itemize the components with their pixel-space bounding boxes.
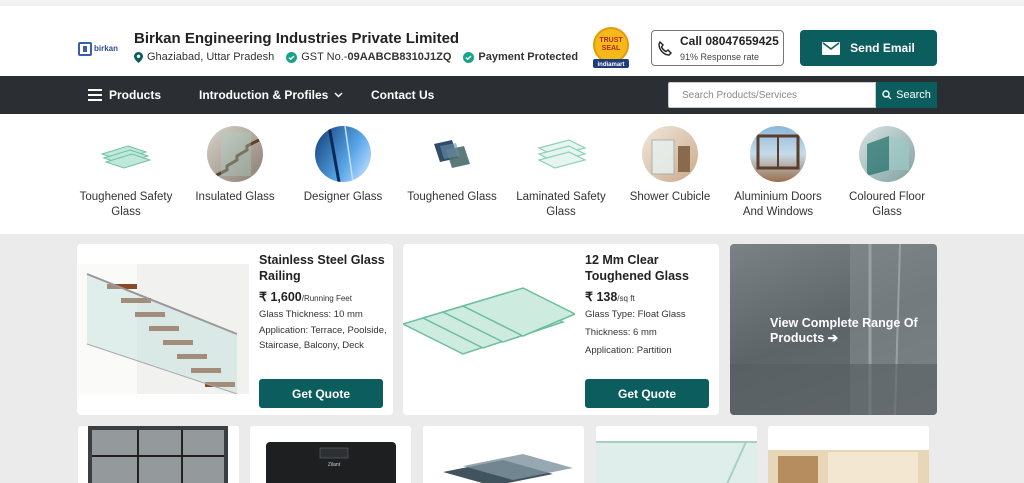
view-all-label: View Complete Range Of Products (770, 316, 918, 345)
category-image (859, 126, 915, 182)
product-spec: Application: Terrace, Poolside, Staircas… (259, 325, 387, 351)
category-laminated-safety-glass[interactable]: Laminated Safety Glass (509, 126, 613, 220)
view-all-products-card[interactable]: View Complete Range Of Products ➔ (730, 244, 937, 415)
gst-label: GST No.- (301, 51, 348, 63)
search-button-label: Search (896, 89, 931, 101)
price-unit: /Running Feet (301, 294, 352, 303)
company-logo[interactable]: birkan (78, 38, 120, 60)
company-name: Birkan Engineering Industries Private Li… (134, 30, 460, 47)
price-value: 138 (596, 290, 618, 304)
product-image (768, 426, 929, 483)
nav-products[interactable]: Products (88, 76, 161, 114)
category-strip: Toughened Safety Glass Insulated Glass D… (0, 114, 1024, 234)
payment-protected-text: Payment Protected (478, 51, 579, 63)
category-insulated-glass[interactable]: Insulated Glass (183, 126, 287, 205)
category-image (98, 126, 154, 182)
chevron-down-icon (334, 92, 343, 98)
seal-text-mid: SEAL (602, 45, 621, 52)
call-number: Call 08047659425 (680, 34, 779, 48)
send-email-label: Send Email (850, 41, 915, 55)
header-bar: birkan Birkan Engineering Industries Pri… (0, 0, 1024, 76)
seal-brand: indiamart (597, 62, 624, 68)
currency-symbol: ₹ (259, 290, 267, 304)
product-tile[interactable] (423, 426, 584, 483)
category-image (750, 126, 806, 182)
hamburger-menu-icon (88, 89, 102, 101)
nav-contact-us[interactable]: Contact Us (371, 76, 434, 114)
currency-symbol: ₹ (585, 290, 593, 304)
product-price: ₹ 138/sq ft (585, 289, 715, 304)
nav-introduction-profiles[interactable]: Introduction & Profiles (199, 76, 343, 114)
category-aluminium-doors-windows[interactable]: Aluminium Doors And Windows (726, 126, 830, 220)
product-title[interactable]: 12 Mm Clear Toughened Glass (585, 252, 715, 284)
trust-seal-badge: TRUST SEAL indiamart (593, 27, 629, 68)
category-label: Laminated Safety Glass (516, 191, 606, 218)
gst-number: 09AABCB8310J1ZQ (347, 51, 452, 63)
nav-contact-label: Contact Us (371, 88, 435, 102)
category-label: Designer Glass (303, 191, 383, 203)
category-coloured-floor-glass[interactable]: Coloured Floor Glass (835, 126, 939, 220)
category-designer-glass[interactable]: Designer Glass (291, 126, 395, 205)
product-tile[interactable] (78, 426, 239, 483)
send-email-button[interactable]: Send Email (800, 30, 937, 66)
product-card[interactable]: 12 Mm Clear Toughened Glass ₹ 138/sq ft … (403, 244, 719, 415)
nav-intro-label: Introduction & Profiles (199, 88, 329, 102)
product-tile[interactable] (768, 426, 929, 483)
search-icon (882, 90, 892, 100)
arrow-right-icon: ➔ (827, 331, 839, 345)
product-spec: Glass Type: Float Glass (585, 309, 686, 320)
product-spec: Thickness: 6 mm (585, 327, 657, 338)
product-tile[interactable] (596, 426, 757, 483)
location-text: Ghaziabad, Uttar Pradesh (147, 51, 275, 63)
category-label: Toughened Glass (407, 191, 497, 203)
price-unit: /sq ft (617, 294, 635, 303)
category-toughened-safety-glass[interactable]: Toughened Safety Glass (74, 126, 178, 220)
category-label: Toughened Safety Glass (79, 191, 173, 218)
product-image (596, 426, 757, 483)
product-tile[interactable]: Zilant (250, 426, 411, 483)
product-image: Zilant (250, 426, 411, 483)
product-spec: Glass Thickness: 10 mm (259, 309, 363, 320)
product-title[interactable]: Stainless Steel Glass Railing (259, 252, 389, 284)
main-nav: Products Introduction & Profiles Contact… (0, 76, 1024, 114)
category-image (424, 126, 480, 182)
verified-check-icon (463, 51, 475, 63)
logo-text: birkan (94, 44, 119, 53)
verified-check-icon (286, 51, 298, 63)
product-card[interactable]: Stainless Steel Glass Railing ₹ 1,600/Ru… (77, 244, 393, 415)
envelope-icon (822, 41, 841, 55)
search-input[interactable] (668, 82, 876, 108)
category-label: Insulated Glass (195, 191, 275, 203)
search-button[interactable]: Search (876, 82, 937, 108)
scale-brand-text: Zilant (328, 462, 341, 468)
product-spec: Application: Partition (585, 345, 672, 356)
category-label: Shower Cubicle (629, 191, 711, 203)
get-quote-button[interactable]: Get Quote (259, 379, 383, 408)
category-label: Coloured Floor Glass (848, 191, 926, 218)
product-image (403, 264, 575, 394)
view-all-text: View Complete Range Of Products ➔ (770, 316, 937, 346)
location-pin-icon (134, 51, 143, 63)
call-button[interactable]: Call 08047659425 91% Response rate (651, 30, 784, 66)
company-meta: Ghaziabad, Uttar Pradesh GST No.- 09AABCB… (134, 51, 590, 63)
get-quote-button[interactable]: Get Quote (585, 379, 709, 408)
category-image (315, 126, 371, 182)
category-image (207, 126, 263, 182)
category-toughened-glass[interactable]: Toughened Glass (400, 126, 504, 205)
response-rate: 91% Response rate (680, 52, 760, 62)
product-image (77, 264, 249, 394)
phone-icon (658, 40, 672, 56)
nav-products-label: Products (109, 88, 162, 102)
product-price: ₹ 1,600/Running Feet (259, 289, 389, 304)
seal-text-top: TRUST (599, 37, 623, 44)
product-image (423, 426, 584, 483)
category-shower-cubicle[interactable]: Shower Cubicle (618, 126, 722, 205)
category-label: Aluminium Doors And Windows (734, 191, 822, 218)
product-image (78, 426, 239, 483)
category-image (642, 126, 698, 182)
logo-icon (78, 42, 92, 56)
category-image (533, 126, 589, 182)
price-value: 1,600 (270, 290, 302, 304)
